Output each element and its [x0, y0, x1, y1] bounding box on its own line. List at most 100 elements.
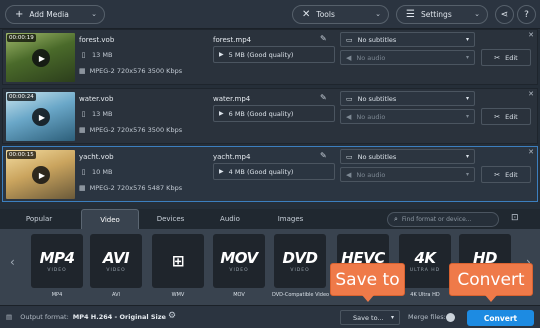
close-icon[interactable]: ✕: [528, 31, 534, 39]
scissors-icon: ✂: [494, 112, 501, 121]
output-format[interactable]: ▤ Output format: MP4 H.264 - Original Siz…: [6, 313, 166, 321]
chevron-down-icon: ▾: [465, 95, 469, 102]
edit-label: Edit: [505, 112, 518, 121]
source-filename: water.vob: [79, 95, 114, 103]
subtitles-select[interactable]: ▭ No subtitles ▾: [340, 149, 475, 164]
status-bar: ▤ Output format: MP4 H.264 - Original Siz…: [0, 305, 540, 328]
format-item[interactable]: 4K ULTRA HD 4K Ultra HD: [397, 234, 453, 298]
chevron-down-icon: ▾: [465, 54, 469, 61]
play-icon[interactable]: ▶: [32, 49, 50, 67]
tab-audio[interactable]: Audio: [201, 209, 259, 229]
main-toolbar: + Add Media ⌄ ✕ Tools ⌄ ☰ Settings ⌄ ⋖ ?: [0, 0, 540, 29]
source-info: ▦ MPEG-2 720x576 5487 Kbps: [79, 184, 182, 192]
chevron-down-icon: ⌄: [91, 10, 97, 18]
speaker-icon: ◀: [346, 170, 352, 179]
format-logo-subtext: VIDEO: [47, 268, 67, 273]
file-row[interactable]: 00:00:24 ▶ water.vob ▯ 13 MB ▦ MPEG-2 720x576 …: [2, 88, 538, 144]
subtitles-select[interactable]: ▭ No subtitles ▾: [340, 32, 475, 47]
format-label: DVD-Compatible Video: [272, 292, 330, 298]
gear-icon[interactable]: ⚙: [168, 311, 176, 321]
scroll-left-icon[interactable]: ‹: [10, 255, 15, 269]
format-logo-subtext: VIDEO: [290, 268, 310, 273]
source-size-text: 13 MB: [92, 51, 113, 59]
source-filename: yacht.vob: [79, 153, 114, 161]
tools-button[interactable]: ✕ Tools ⌄: [292, 5, 389, 24]
subtitles-select[interactable]: ▭ No subtitles ▾: [340, 91, 475, 106]
file-icon: ▯: [81, 168, 86, 176]
chevron-down-icon: ▾: [465, 36, 469, 43]
close-icon[interactable]: ✕: [528, 148, 534, 156]
output-filename[interactable]: yacht.mp4: [213, 153, 250, 161]
pencil-icon[interactable]: ✎: [320, 93, 327, 102]
convert-callout: Convert: [449, 263, 533, 302]
source-filename: forest.vob: [79, 36, 115, 44]
format-item[interactable]: MP4 VIDEO MP4: [29, 234, 85, 298]
output-quality-select[interactable]: ▶ 6 MB (Good quality): [213, 105, 335, 122]
convert-callout-text: Convert: [457, 269, 525, 290]
format-label: WMV: [171, 292, 185, 298]
format-card[interactable]: MP4 VIDEO: [31, 234, 83, 288]
pencil-icon[interactable]: ✎: [320, 151, 327, 160]
play-icon[interactable]: ▶: [32, 108, 50, 126]
edit-button[interactable]: ✂ Edit: [481, 108, 531, 125]
triangle-right-icon: ▶: [219, 110, 224, 117]
video-thumbnail[interactable]: 00:00:15 ▶: [6, 150, 75, 199]
share-button[interactable]: ⋖: [495, 5, 514, 24]
close-icon[interactable]: ✕: [528, 90, 534, 98]
edit-button[interactable]: ✂ Edit: [481, 49, 531, 66]
settings-button[interactable]: ☰ Settings ⌄: [396, 5, 488, 24]
format-card[interactable]: DVD VIDEO: [274, 234, 326, 288]
output-filename[interactable]: water.mp4: [213, 95, 250, 103]
subtitles-text: No subtitles: [357, 35, 397, 44]
format-label: MOV: [233, 292, 245, 298]
edit-label: Edit: [505, 170, 518, 179]
audio-select[interactable]: ◀ No audio ▾: [340, 167, 475, 182]
audio-text: No audio: [356, 112, 386, 121]
edit-button[interactable]: ✂ Edit: [481, 166, 531, 183]
source-info: ▦ MPEG-2 720x576 3500 Kbps: [79, 126, 182, 134]
format-item[interactable]: DVD VIDEO DVD-Compatible Video: [272, 234, 330, 298]
convert-button[interactable]: Convert: [467, 310, 534, 326]
output-quality-select[interactable]: ▶ 4 MB (Good quality): [213, 163, 335, 180]
audio-select[interactable]: ◀ No audio ▾: [340, 109, 475, 124]
merge-files-toggle[interactable]: [446, 313, 455, 322]
video-thumbnail[interactable]: 00:00:24 ▶: [6, 92, 75, 141]
format-label: 4K Ultra HD: [410, 292, 440, 298]
convert-label: Convert: [483, 313, 518, 323]
audio-select[interactable]: ◀ No audio ▾: [340, 50, 475, 65]
save-to-callout: Save to: [330, 263, 405, 302]
tab-video[interactable]: Video: [81, 209, 139, 229]
triangle-right-icon: ▶: [219, 51, 224, 58]
custom-format-icon[interactable]: ⊡: [511, 213, 519, 223]
file-row[interactable]: 00:00:15 ▶ yacht.vob ▯ 10 MB ▦ MPEG-2 720x576 …: [2, 146, 538, 202]
format-search-input[interactable]: ⌕ Find format or device...: [387, 212, 499, 227]
chevron-down-icon: ⌄: [375, 10, 381, 18]
tab-images[interactable]: Images: [261, 209, 320, 229]
format-card[interactable]: ⊞: [152, 234, 204, 288]
format-item[interactable]: AVI VIDEO AVI: [88, 234, 144, 298]
tab-devices[interactable]: Devices: [140, 209, 201, 229]
save-to-button[interactable]: Save to... ▾: [340, 310, 400, 325]
format-logo-subtext: VIDEO: [106, 268, 126, 273]
format-card[interactable]: MOV VIDEO: [213, 234, 265, 288]
format-card[interactable]: 4K ULTRA HD: [399, 234, 451, 288]
format-item[interactable]: ⊞ WMV: [150, 234, 206, 298]
tab-popular[interactable]: Popular: [10, 209, 68, 229]
help-button[interactable]: ?: [517, 5, 536, 24]
source-info: ▦ MPEG-2 720x576 3500 Kbps: [79, 67, 182, 75]
output-quality-select[interactable]: ▶ 5 MB (Good quality): [213, 46, 335, 63]
add-media-button[interactable]: + Add Media ⌄: [5, 5, 105, 24]
format-logo-text: ⊞: [171, 251, 185, 270]
video-thumbnail[interactable]: 00:00:19 ▶: [6, 33, 75, 82]
scissors-icon: ✂: [494, 170, 501, 179]
format-item[interactable]: MOV VIDEO MOV: [211, 234, 267, 298]
pencil-icon[interactable]: ✎: [320, 34, 327, 43]
format-card[interactable]: AVI VIDEO: [90, 234, 142, 288]
file-row[interactable]: 00:00:19 ▶ forest.vob ▯ 13 MB ▦ MPEG-2 720x576…: [2, 29, 538, 85]
quality-text: 6 MB (Good quality): [228, 109, 294, 118]
quality-text: 5 MB (Good quality): [228, 50, 294, 59]
film-icon: ▦: [79, 126, 86, 134]
output-filename[interactable]: forest.mp4: [213, 36, 251, 44]
play-icon[interactable]: ▶: [32, 166, 50, 184]
source-info-text: MPEG-2 720x576 5487 Kbps: [89, 184, 183, 192]
